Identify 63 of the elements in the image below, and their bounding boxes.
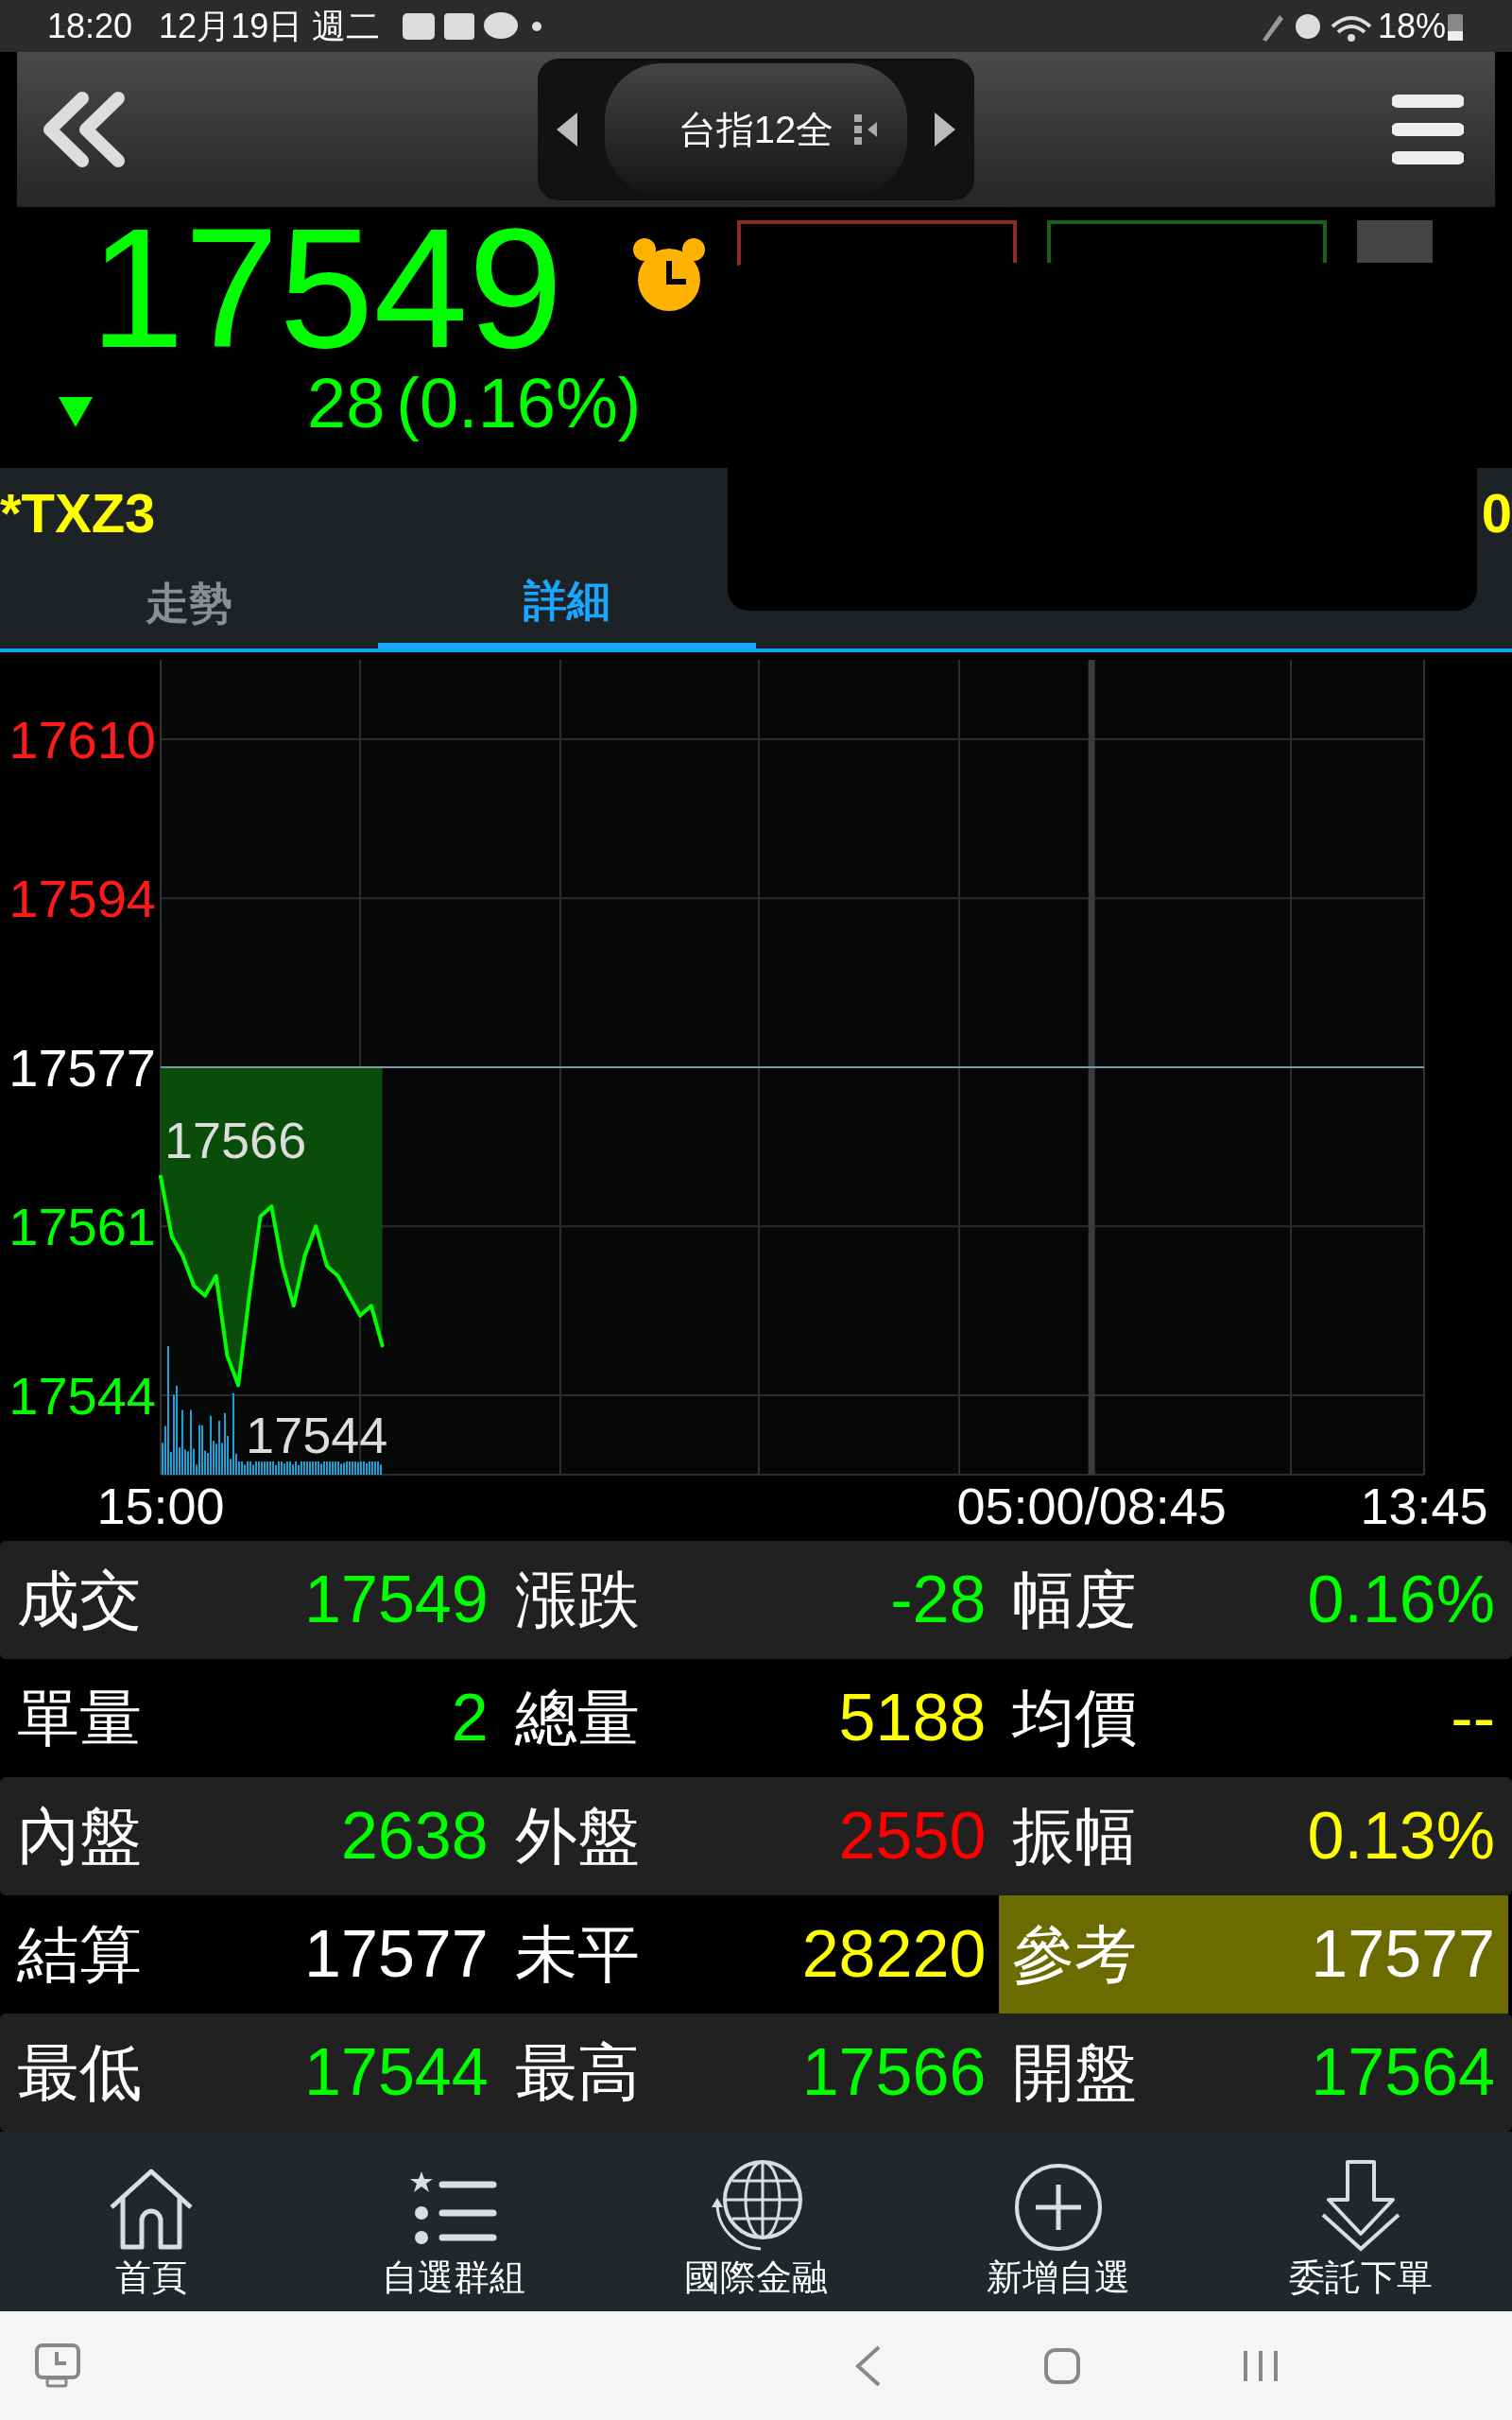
field-label: 均價	[1012, 1682, 1138, 1754]
field-value: 0.16%	[1306, 1562, 1495, 1638]
field-value: 2	[450, 1680, 489, 1756]
field-label: 結算	[17, 1918, 142, 1991]
screen-icon[interactable]	[34, 2342, 81, 2390]
field-label: 漲跌	[514, 1564, 640, 1636]
y-axis-label: 17544	[9, 1365, 156, 1426]
nav-tab[interactable]: 新增自選	[907, 2132, 1210, 2311]
x-axis-label: 13:45	[1360, 1478, 1488, 1534]
field-value: 17564	[1310, 2034, 1495, 2111]
more-dot-icon	[532, 21, 542, 31]
field-label: 幅度	[1012, 1564, 1138, 1636]
x-axis-label: 15:00	[96, 1478, 225, 1534]
field-value: --	[1450, 1680, 1495, 1756]
alarm-clock-icon[interactable]	[631, 236, 707, 314]
field-label: 成交	[17, 1564, 142, 1636]
field-label: 開盤	[1012, 2036, 1138, 2109]
field-value: 2550	[837, 1798, 987, 1875]
field-value: 0.13%	[1306, 1798, 1495, 1875]
nav-tab[interactable]: 委託下單	[1210, 2132, 1512, 2311]
nav-tab[interactable]: 國際金融	[605, 2132, 907, 2311]
nav-tab[interactable]: 自選群組	[302, 2132, 605, 2311]
status-time: 18:20	[47, 5, 133, 47]
chat-bubble-icon	[484, 11, 519, 39]
field-label: 未平	[514, 1918, 640, 1991]
back-icon[interactable]	[854, 2344, 883, 2387]
nav-tab[interactable]: 首頁	[0, 2132, 302, 2311]
chart-annotation: 17566	[164, 1111, 307, 1168]
symbol-name: 台指12全	[678, 108, 834, 152]
field-value: 17577	[303, 1916, 489, 1993]
tab[interactable]: 走勢	[0, 558, 378, 648]
field-value: 17549	[303, 1562, 489, 1638]
field-label: 總量	[514, 1682, 640, 1754]
field-label: 外盤	[514, 1800, 640, 1873]
y-axis-label: 17577	[9, 1038, 156, 1098]
field-value: -28	[889, 1562, 987, 1638]
field-value: 5188	[837, 1680, 987, 1756]
chart-annotation: 17544	[246, 1407, 388, 1464]
list-icon	[854, 112, 879, 147]
recent-apps-icon[interactable]	[1242, 2348, 1280, 2383]
field-label: 最高	[514, 2036, 640, 2109]
symbol-selector[interactable]: 台指12全	[538, 59, 974, 200]
battery-percentage: 18%	[1377, 5, 1446, 47]
x-axis-label: 05:00/08:45	[956, 1478, 1227, 1534]
field-value: 17566	[800, 2034, 987, 2111]
symbol-bar-value: 0	[1481, 481, 1512, 545]
field-value: 17577	[1310, 1916, 1495, 1993]
y-axis-label: 17561	[9, 1197, 156, 1257]
contract-code: *TXZ3	[0, 481, 156, 545]
field-label: 最低	[17, 2036, 142, 2109]
field-label: 參考	[1012, 1918, 1138, 1991]
y-axis-label: 17610	[9, 710, 156, 770]
y-axis-label: 17594	[9, 869, 156, 929]
add-icon	[1013, 2162, 1104, 2253]
status-date: 12月19日 週二	[159, 5, 381, 47]
field-label: 振幅	[1012, 1800, 1138, 1873]
field-label: 內盤	[17, 1800, 142, 1873]
field-value: 2638	[339, 1798, 489, 1875]
field-value: 17544	[303, 2034, 489, 2111]
field-value: 28220	[800, 1916, 987, 1993]
home-icon[interactable]	[1043, 2346, 1081, 2385]
field-label: 單量	[17, 1682, 142, 1754]
wifi-icon	[1330, 15, 1372, 42]
